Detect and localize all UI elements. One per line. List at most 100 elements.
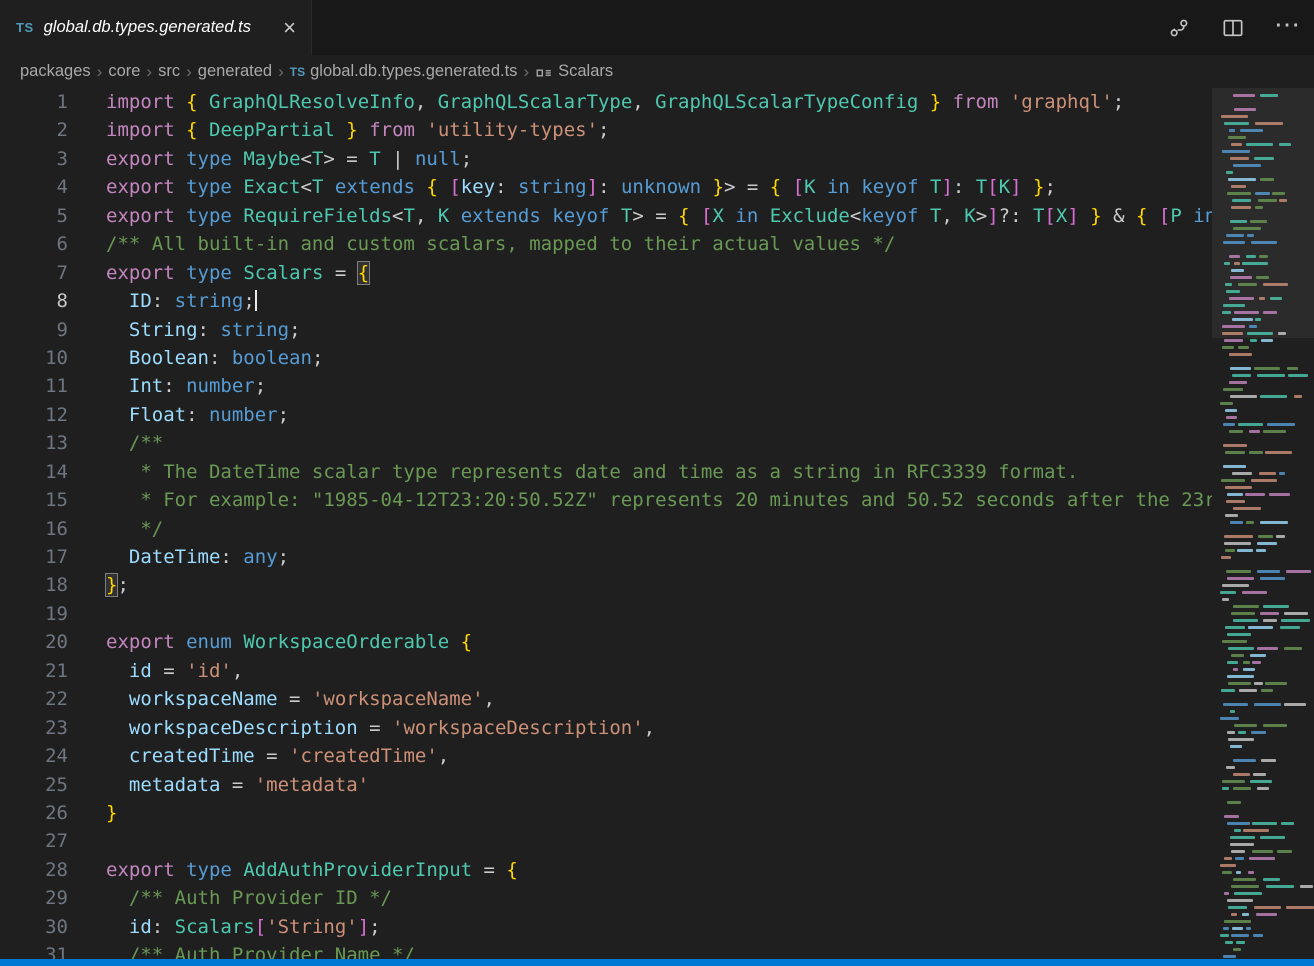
code-line[interactable]: 29 /** Auth Provider ID */: [0, 884, 1212, 912]
minimap-line: [1220, 199, 1312, 203]
minimap-line: [1220, 206, 1312, 210]
code-line[interactable]: 24 createdTime = 'createdTime',: [0, 742, 1212, 770]
minimap-line: [1220, 472, 1312, 476]
minimap-line: [1220, 892, 1312, 896]
minimap-line: [1220, 766, 1312, 770]
code-text: Float: number;: [68, 401, 289, 429]
symbol-structure-icon: [535, 64, 553, 82]
code-line[interactable]: 4export type Exact<T extends { [key: str…: [0, 173, 1212, 201]
line-number: 20: [0, 628, 68, 656]
minimap-line: [1220, 745, 1312, 749]
minimap-line: [1220, 717, 1312, 721]
open-changes-icon[interactable]: [1164, 13, 1194, 43]
minimap-line: [1220, 241, 1312, 245]
code-line[interactable]: 18};: [0, 571, 1212, 599]
breadcrumb-separator: ›: [278, 62, 284, 82]
split-editor-icon[interactable]: [1218, 13, 1248, 43]
code-line[interactable]: 30 id: Scalars['String'];: [0, 913, 1212, 941]
code-line[interactable]: 21 id = 'id',: [0, 657, 1212, 685]
minimap-line: [1220, 451, 1312, 455]
line-number: 16: [0, 515, 68, 543]
code-line[interactable]: 8 ID: string;: [0, 287, 1212, 315]
line-number: 9: [0, 316, 68, 344]
line-number: 15: [0, 486, 68, 514]
code-line[interactable]: 23 workspaceDescription = 'workspaceDesc…: [0, 714, 1212, 742]
minimap[interactable]: [1212, 88, 1314, 966]
line-number: 4: [0, 173, 68, 201]
code-line[interactable]: 9 String: string;: [0, 316, 1212, 344]
minimap-line: [1220, 724, 1312, 728]
minimap-line: [1220, 164, 1312, 168]
code-line[interactable]: 1import { GraphQLResolveInfo, GraphQLSca…: [0, 88, 1212, 116]
breadcrumb-item-file[interactable]: global.db.types.generated.ts: [310, 62, 517, 81]
minimap-line: [1220, 857, 1312, 861]
code-line[interactable]: 27: [0, 827, 1212, 855]
more-actions-icon[interactable]: ⋯: [1272, 13, 1302, 43]
code-line[interactable]: 15 * For example: "1985-04-12T23:20:50.5…: [0, 486, 1212, 514]
minimap-line: [1220, 353, 1312, 357]
minimap-line: [1220, 885, 1312, 889]
minimap-line: [1220, 402, 1312, 406]
minimap-line: [1220, 500, 1312, 504]
minimap-line: [1220, 591, 1312, 595]
code-text: createdTime = 'createdTime',: [68, 742, 449, 770]
code-line[interactable]: 13 /**: [0, 429, 1212, 457]
breadcrumb-item-generated[interactable]: generated: [198, 62, 272, 81]
breadcrumb-separator: ›: [97, 62, 103, 82]
tab-global-db-types-generated[interactable]: TS global.db.types.generated.ts ×: [0, 0, 312, 55]
code-text: metadata = 'metadata': [68, 771, 369, 799]
minimap-line: [1220, 388, 1312, 392]
minimap-line: [1220, 675, 1312, 679]
minimap-line: [1220, 759, 1312, 763]
line-number: 27: [0, 827, 68, 855]
tab-close-icon[interactable]: ×: [278, 17, 301, 39]
minimap-line: [1220, 360, 1312, 364]
code-line[interactable]: 6/** All built-in and custom scalars, ma…: [0, 230, 1212, 258]
code-line[interactable]: 16 */: [0, 515, 1212, 543]
minimap-line: [1220, 794, 1312, 798]
minimap-line: [1220, 437, 1312, 441]
line-number: 17: [0, 543, 68, 571]
minimap-line: [1220, 584, 1312, 588]
code-line[interactable]: 5export type RequireFields<T, K extends …: [0, 202, 1212, 230]
code-line[interactable]: 28export type AddAuthProviderInput = {: [0, 856, 1212, 884]
minimap-line: [1220, 304, 1312, 308]
code-text: import { GraphQLResolveInfo, GraphQLScal…: [68, 88, 1124, 116]
code-line[interactable]: 11 Int: number;: [0, 372, 1212, 400]
minimap-line: [1220, 535, 1312, 539]
line-number: 22: [0, 685, 68, 713]
code-line[interactable]: 10 Boolean: boolean;: [0, 344, 1212, 372]
code-text: id = 'id',: [68, 657, 243, 685]
code-line[interactable]: 7export type Scalars = {: [0, 259, 1212, 287]
minimap-line: [1220, 913, 1312, 917]
code-text: * The DateTime scalar type represents da…: [68, 458, 1078, 486]
minimap-line: [1220, 248, 1312, 252]
line-number: 2: [0, 116, 68, 144]
code-text: };: [68, 571, 129, 599]
minimap-line: [1220, 598, 1312, 602]
minimap-line: [1220, 318, 1312, 322]
code-line[interactable]: 25 metadata = 'metadata': [0, 771, 1212, 799]
code-area[interactable]: 1import { GraphQLResolveInfo, GraphQLSca…: [0, 88, 1212, 966]
minimap-line: [1220, 311, 1312, 315]
minimap-line: [1220, 920, 1312, 924]
breadcrumb-item-core[interactable]: core: [108, 62, 140, 81]
line-number: 19: [0, 600, 68, 628]
code-line[interactable]: 20export enum WorkspaceOrderable {: [0, 628, 1212, 656]
code-line[interactable]: 2import { DeepPartial } from 'utility-ty…: [0, 116, 1212, 144]
code-line[interactable]: 3export type Maybe<T> = T | null;: [0, 145, 1212, 173]
breadcrumb-item-src[interactable]: src: [158, 62, 180, 81]
minimap-line: [1220, 710, 1312, 714]
code-line[interactable]: 12 Float: number;: [0, 401, 1212, 429]
code-line[interactable]: 26}: [0, 799, 1212, 827]
code-line[interactable]: 14 * The DateTime scalar type represents…: [0, 458, 1212, 486]
code-line[interactable]: 19: [0, 600, 1212, 628]
minimap-line: [1220, 696, 1312, 700]
code-line[interactable]: 17 DateTime: any;: [0, 543, 1212, 571]
minimap-line: [1220, 948, 1312, 952]
breadcrumb-item-packages[interactable]: packages: [20, 62, 91, 81]
minimap-line: [1220, 612, 1312, 616]
breadcrumb-item-symbol[interactable]: Scalars: [558, 62, 613, 81]
code-line[interactable]: 22 workspaceName = 'workspaceName',: [0, 685, 1212, 713]
line-number: 24: [0, 742, 68, 770]
